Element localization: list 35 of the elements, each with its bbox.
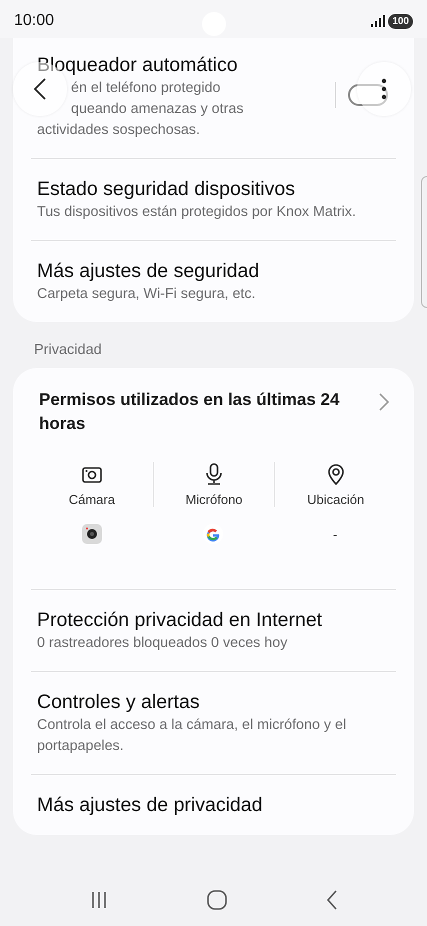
battery-level: 100: [388, 14, 413, 28]
item-title: Bloqueador automático: [37, 53, 239, 78]
signal-icon: [371, 15, 386, 27]
divider: [335, 82, 336, 108]
list-item[interactable]: Bloqueador automático én el teléfono protegido queando amenazas y otras actividades sospechosas.: [31, 52, 396, 158]
item-subtitle: Controla el acceso a la cámara, el micrófono y el portapapeles.: [37, 716, 348, 756]
list-item[interactable]: Protección privacidad en Internet 0 rastreadores bloqueados 0 veces hoy: [31, 589, 396, 671]
chevron-right-icon: [378, 392, 390, 412]
item-subtitle: actividades sospechosas.: [37, 121, 200, 140]
permission-category[interactable]: Ubicación: [274, 462, 396, 507]
home-icon: [206, 890, 226, 910]
permissions-title[interactable]: Permisos utilizados en las últimas 24 horas: [39, 388, 344, 436]
item-subtitle: queando amenazas y otras: [71, 100, 244, 119]
list-item[interactable]: Más ajustes de privacidad: [31, 774, 396, 835]
list-item[interactable]: Estado seguridad dispositivos Tus dispositivos están protegidos por Knox Matrix.: [31, 158, 396, 240]
item-title: Estado seguridad dispositivos: [37, 177, 296, 202]
clock-time: 10:00: [14, 12, 54, 30]
item-title: Protección privacidad en Internet: [37, 608, 324, 633]
list-item[interactable]: Más ajustes de seguridad Carpeta segura, Wi-Fi segura, etc.: [31, 240, 396, 322]
item-subtitle: Tus dispositivos están protegidos por Knox Matrix.: [37, 203, 357, 222]
item-title: Controles y alertas: [37, 690, 201, 715]
usage-value: -: [332, 526, 338, 542]
list-item[interactable]: Controles y alertas Controla el acceso a la cámara, el micrófono y el portapapeles.: [31, 671, 396, 774]
item-title: Más ajustes de seguridad: [37, 259, 260, 284]
camera-app-icon: [80, 523, 103, 545]
section-header: Privacidad: [33, 341, 103, 360]
item-subtitle: 0 rastreadores bloqueados 0 veces hoy: [37, 634, 288, 653]
item-subtitle: én el teléfono protegido: [71, 79, 220, 98]
item-title: Más ajustes de privacidad: [37, 793, 264, 818]
permission-category[interactable]: Cámara: [31, 462, 153, 507]
recent-apps-icon: [90, 891, 108, 909]
back-icon: [326, 890, 338, 910]
permission-category[interactable]: Micrófono: [152, 462, 274, 507]
item-subtitle: Carpeta segura, Wi-Fi segura, etc.: [37, 285, 257, 304]
more-vertical-icon: [381, 78, 387, 100]
